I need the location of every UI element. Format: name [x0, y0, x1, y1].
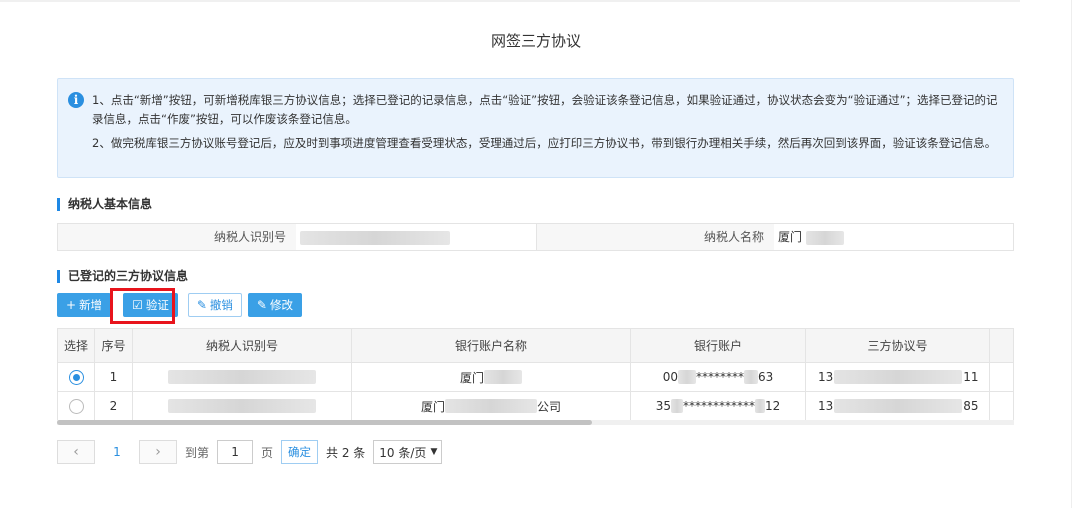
col-account: 银行账户 — [631, 329, 806, 363]
taxpayer-name-prefix: 厦门 — [778, 230, 803, 244]
redacted-account — [671, 399, 683, 413]
redacted-account — [678, 370, 696, 384]
taxpayer-name-value: 厦门 — [774, 224, 1013, 250]
row-select-cell[interactable] — [58, 363, 95, 392]
row-extra — [990, 363, 1014, 392]
row-account: 00 ******** 63 — [631, 363, 806, 392]
agreement-end: 11 — [963, 370, 979, 384]
agreements-section-title: 已登记的三方协议信息 — [57, 270, 188, 283]
goto-page-input[interactable] — [217, 440, 254, 464]
verify-highlight-box — [110, 288, 175, 324]
account-end: 12 — [765, 399, 781, 413]
redacted-taxpayer-id — [168, 399, 316, 413]
account-end: 63 — [758, 370, 774, 384]
agreement-start: 13 — [818, 399, 834, 413]
right-divider — [1071, 0, 1072, 508]
col-extra — [990, 329, 1014, 363]
table-header-row: 选择 序号 纳税人识别号 银行账户名称 银行账户 三方协议号 — [58, 329, 1014, 363]
redacted-account-name — [484, 370, 522, 384]
add-button-label: 新增 — [79, 298, 103, 312]
row-radio[interactable] — [68, 398, 84, 414]
agreement-start: 13 — [818, 370, 834, 384]
chevron-left-icon: ‹ — [73, 444, 79, 460]
pagination: ‹ 1 › 到第 页 确定 共 2 条 10 条/页 ▼ — [57, 440, 443, 464]
account-start: 00 — [662, 370, 678, 384]
page-size-select[interactable]: 10 条/页 ▼ — [373, 440, 443, 464]
account-mask: ******** — [696, 370, 744, 384]
agreements-toolbar: + 新增 ☑ 验证 ✎ 撤销 ✎ 修改 — [57, 293, 302, 317]
redacted-taxpayer-id — [300, 230, 450, 245]
chevron-right-icon: › — [155, 444, 161, 460]
modify-button[interactable]: ✎ 修改 — [247, 293, 302, 317]
prev-page-button[interactable]: ‹ — [57, 440, 95, 464]
table-horizontal-scrollbar[interactable] — [57, 420, 1014, 425]
edit-icon: ✎ — [256, 298, 267, 312]
row-seq: 2 — [95, 392, 133, 421]
taxpayer-info-table: 纳税人识别号 纳税人名称 厦门 — [57, 223, 1014, 251]
col-taxpayer-id: 纳税人识别号 — [133, 329, 352, 363]
account-name-prefix: 厦门 — [420, 399, 445, 414]
row-agreement-no: 13 85 — [806, 392, 990, 421]
table-row[interactable]: 2 厦门 公司 35 ************ 12 13 85 — [58, 392, 1014, 421]
goto-confirm-button[interactable]: 确定 — [281, 440, 319, 464]
revoke-button-label: 撤销 — [209, 298, 233, 312]
col-select: 选择 — [58, 329, 95, 363]
caret-down-icon: ▼ — [430, 447, 438, 457]
row-seq: 1 — [95, 363, 133, 392]
col-account-name: 银行账户名称 — [352, 329, 631, 363]
col-seq: 序号 — [95, 329, 133, 363]
agreement-end: 85 — [963, 399, 979, 413]
table-row[interactable]: 1 厦门 00 ******** 63 13 11 — [58, 363, 1014, 392]
account-name-prefix: 厦门 — [459, 370, 484, 385]
redacted-agreement — [834, 399, 963, 413]
redacted-taxpayer-name — [805, 230, 844, 245]
notice-line-1: 1、点击“新增”按钮，可新增税库银三方协议信息；选择已登记的记录信息，点击“验证… — [92, 93, 998, 126]
revoke-button[interactable]: ✎ 撤销 — [187, 293, 242, 317]
scrollbar-thumb[interactable] — [57, 420, 592, 425]
redacted-taxpayer-id — [168, 370, 316, 384]
row-extra — [990, 392, 1014, 421]
pencil-icon: ✎ — [196, 298, 207, 312]
taxpayer-id-value — [296, 224, 536, 250]
redacted-account — [744, 370, 758, 384]
row-account-name: 厦门 — [352, 363, 631, 392]
row-agreement-no: 13 11 — [806, 363, 990, 392]
col-agreement-no: 三方协议号 — [806, 329, 990, 363]
info-icon: i — [68, 92, 84, 108]
taxpayer-id-label: 纳税人识别号 — [58, 224, 296, 250]
page-number-current[interactable]: 1 — [103, 445, 131, 459]
notice-box: i 1、点击“新增”按钮，可新增税库银三方协议信息；选择已登记的记录信息，点击“… — [57, 78, 1014, 178]
account-start: 35 — [655, 399, 671, 413]
row-select-cell[interactable] — [58, 392, 95, 421]
row-taxpayer-id — [133, 363, 352, 392]
modify-button-label: 修改 — [269, 298, 293, 312]
taxpayer-name-label: 纳税人名称 — [536, 224, 774, 250]
total-count: 共 2 条 — [326, 445, 366, 460]
redacted-account — [755, 399, 765, 413]
account-mask: ************ — [683, 399, 755, 413]
row-taxpayer-id — [133, 392, 352, 421]
goto-label: 到第 — [185, 445, 210, 460]
taxpayer-section-title: 纳税人基本信息 — [57, 198, 152, 211]
row-radio-selected[interactable] — [68, 369, 84, 385]
next-page-button[interactable]: › — [139, 440, 177, 464]
row-account-name: 厦门 公司 — [352, 392, 631, 421]
redacted-agreement — [834, 370, 963, 384]
plus-icon: + — [66, 298, 77, 312]
notice-line-2: 2、做完税库银三方协议账号登记后，应及时到事项进度管理查看受理状态，受理通过后，… — [92, 136, 997, 150]
redacted-account-name — [445, 399, 537, 413]
agreements-table: 选择 序号 纳税人识别号 银行账户名称 银行账户 三方协议号 1 厦门 00 *… — [57, 328, 1014, 421]
top-divider — [0, 0, 1020, 2]
page-label: 页 — [261, 445, 274, 460]
account-name-suffix: 公司 — [537, 399, 562, 414]
page-title: 网签三方协议 — [490, 32, 581, 50]
add-button[interactable]: + 新增 — [57, 293, 112, 317]
row-account: 35 ************ 12 — [631, 392, 806, 421]
page-size-value: 10 条/页 — [379, 445, 427, 460]
